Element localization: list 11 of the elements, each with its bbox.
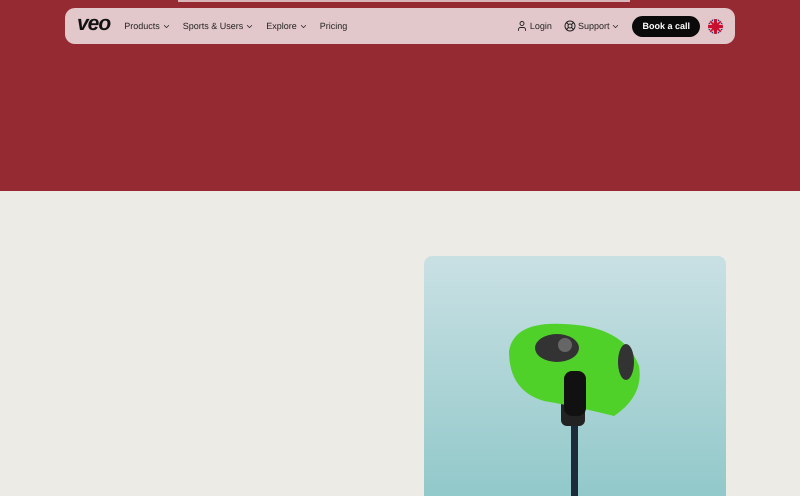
book-call-button[interactable]: Book a call (632, 16, 700, 36)
nav-menu-item[interactable]: Products (124, 21, 171, 31)
login-link[interactable]: Login (516, 20, 552, 32)
logo[interactable]: veo (77, 12, 110, 36)
flag-icon[interactable] (708, 18, 723, 34)
nav-menu-item[interactable]: Sports & Users (182, 21, 254, 31)
nav-menu-item[interactable]: Explore (266, 21, 308, 31)
user-icon (516, 20, 528, 32)
support-menu[interactable]: Support (564, 20, 620, 32)
support-icon (564, 20, 576, 32)
nav-menu-item[interactable]: Pricing (320, 21, 348, 31)
